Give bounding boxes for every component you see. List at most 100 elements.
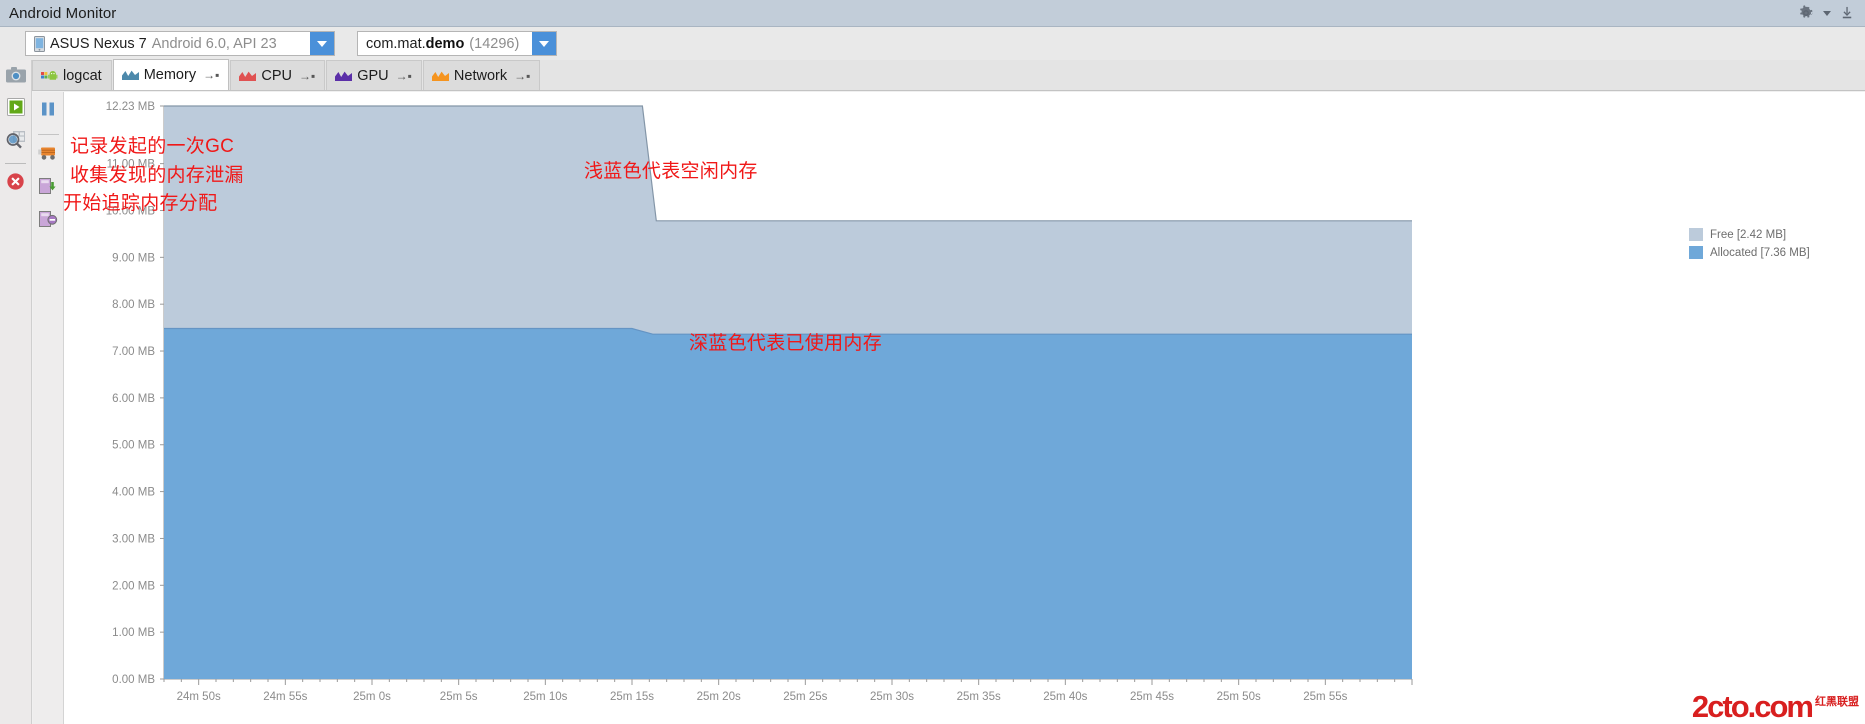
pause-resume-button[interactable] <box>36 99 61 124</box>
start-allocation-tracking-button[interactable] <box>36 209 61 234</box>
terminate-application-button[interactable] <box>3 171 29 197</box>
layout-inspector-icon <box>5 129 27 154</box>
minimize-icon[interactable] <box>1840 6 1855 21</box>
layout-inspector-button[interactable] <box>3 128 29 154</box>
svg-text:3.00 MB: 3.00 MB <box>112 533 155 545</box>
tab-network[interactable]: Network →▪ <box>422 60 541 90</box>
process-package-name: demo <box>425 35 465 52</box>
tab-network-detach-icon[interactable]: →▪ <box>514 69 530 83</box>
process-selector[interactable]: com.mat. demo (14296) <box>357 31 557 56</box>
phone-icon <box>34 35 45 52</box>
memory-area-chart[interactable]: 0.00 MB 1.00 MB 2.00 MB 3.00 MB 4.00 MB 5.00 … <box>64 92 1865 724</box>
legend-swatch-allocated <box>1689 246 1703 259</box>
tab-memory-detach-icon[interactable]: →▪ <box>203 68 219 82</box>
annotation-free-memory: 浅蓝色代表空闲内存 <box>584 161 758 182</box>
memory-chart-panel[interactable]: 0.00 MB 1.00 MB 2.00 MB 3.00 MB 4.00 MB 5.00 … <box>63 92 1865 724</box>
tab-network-label: Network <box>453 67 508 84</box>
svg-text:25m 40s: 25m 40s <box>1043 691 1087 703</box>
process-dropdown-arrow[interactable] <box>532 32 556 55</box>
tab-gpu-label: GPU <box>357 67 389 84</box>
tab-memory-label: Memory <box>143 67 197 83</box>
svg-text:25m 30s: 25m 30s <box>870 691 914 703</box>
tab-logcat[interactable]: logcat <box>32 60 112 90</box>
terminate-application-icon <box>6 172 25 196</box>
svg-text:24m 55s: 24m 55s <box>263 691 307 703</box>
tab-cpu[interactable]: CPU →▪ <box>230 60 326 90</box>
legend-item-free[interactable]: Free [2.42 MB] <box>1689 228 1810 241</box>
svg-text:25m 20s: 25m 20s <box>697 691 741 703</box>
svg-text:7.00 MB: 7.00 MB <box>112 346 155 358</box>
logcat-icon <box>41 69 58 83</box>
process-package-prefix: com.mat. <box>366 35 426 52</box>
screen-capture-button[interactable] <box>3 64 29 90</box>
tab-cpu-detach-icon[interactable]: →▪ <box>299 69 315 83</box>
tab-cpu-label: CPU <box>261 67 292 84</box>
toolbar-divider <box>5 163 26 164</box>
svg-text:25m 0s: 25m 0s <box>353 691 391 703</box>
device-detail: Android 6.0, API 23 <box>151 35 277 52</box>
tab-gpu-detach-icon[interactable]: →▪ <box>396 69 412 83</box>
svg-text:25m 10s: 25m 10s <box>523 691 567 703</box>
pause-resume-icon <box>39 100 57 123</box>
process-pid: (14296) <box>469 35 520 52</box>
monitor-tabs: logcat Memory →▪ CPU →▪ GPU →▪ Network →… <box>32 59 1865 91</box>
device-name: ASUS Nexus 7 <box>50 35 147 52</box>
svg-text:25m 45s: 25m 45s <box>1130 691 1174 703</box>
initiate-gc-button[interactable] <box>36 143 61 168</box>
svg-text:6.00 MB: 6.00 MB <box>112 393 155 405</box>
memory-chart-toolbar <box>33 92 64 724</box>
svg-text:25m 5s: 25m 5s <box>440 691 478 703</box>
svg-text:25m 35s: 25m 35s <box>957 691 1001 703</box>
svg-text:5.00 MB: 5.00 MB <box>112 440 155 452</box>
legend-label-free: Free [2.42 MB] <box>1710 228 1787 241</box>
selector-bar: ASUS Nexus 7 Android 6.0, API 23 com.mat… <box>0 27 1865 60</box>
initiate-gc-icon <box>37 144 59 167</box>
svg-text:25m 15s: 25m 15s <box>610 691 654 703</box>
chart-toolbar-divider <box>37 134 59 135</box>
device-selector[interactable]: ASUS Nexus 7 Android 6.0, API 23 <box>25 31 335 56</box>
annotation-used-memory: 深蓝色代表已使用内存 <box>689 333 883 354</box>
device-dropdown-arrow[interactable] <box>310 32 334 55</box>
window-controls <box>1798 5 1865 21</box>
svg-text:25m 50s: 25m 50s <box>1217 691 1261 703</box>
chevron-down-icon[interactable] <box>1823 10 1831 16</box>
svg-text:1.00 MB: 1.00 MB <box>112 627 155 639</box>
dump-java-heap-button[interactable] <box>36 176 61 201</box>
left-toolbar <box>0 60 32 724</box>
svg-text:8.00 MB: 8.00 MB <box>112 299 155 311</box>
legend-item-allocated[interactable]: Allocated [7.36 MB] <box>1689 246 1810 259</box>
svg-text:25m 25s: 25m 25s <box>783 691 827 703</box>
network-icon <box>431 69 449 83</box>
annotation-initiate-gc: 记录发起的一次GC <box>70 136 235 157</box>
memory-icon <box>121 68 139 82</box>
legend-label-allocated: Allocated [7.36 MB] <box>1710 246 1810 259</box>
svg-text:9.00 MB: 9.00 MB <box>112 252 155 264</box>
watermark: 2cto.com 红黑联盟 <box>1692 691 1859 722</box>
gpu-icon <box>335 69 353 83</box>
start-allocation-tracking-icon <box>38 210 58 233</box>
legend-swatch-free <box>1689 228 1703 241</box>
svg-text:0.00 MB: 0.00 MB <box>112 674 155 686</box>
svg-text:12.23 MB: 12.23 MB <box>106 101 156 113</box>
tab-memory[interactable]: Memory →▪ <box>112 59 230 90</box>
window-title-bar: Android Monitor <box>0 0 1865 27</box>
gear-icon[interactable] <box>1798 5 1814 21</box>
screen-record-button[interactable] <box>3 96 29 122</box>
tab-logcat-label: logcat <box>63 67 102 84</box>
svg-text:25m 55s: 25m 55s <box>1303 691 1347 703</box>
annotation-memory-leak: 收集发现的内存泄漏 <box>70 165 244 186</box>
chart-legend: Free [2.42 MB] Allocated [7.36 MB] <box>1689 228 1810 259</box>
tab-gpu[interactable]: GPU →▪ <box>326 60 422 90</box>
watermark-main: 2cto.com <box>1691 689 1814 724</box>
page-title: Android Monitor <box>9 4 117 22</box>
android-monitor-window: Android Monitor ASUS Nexus 7 Android 6.0… <box>0 0 1865 724</box>
svg-text:4.00 MB: 4.00 MB <box>112 487 155 499</box>
screen-capture-icon <box>5 65 27 90</box>
cpu-icon <box>239 69 257 83</box>
svg-text:24m 50s: 24m 50s <box>177 691 221 703</box>
svg-text:2.00 MB: 2.00 MB <box>112 580 155 592</box>
dump-java-heap-icon <box>38 177 58 200</box>
annotation-allocation-tracking: 开始追踪内存分配 <box>63 193 218 214</box>
screen-record-icon <box>5 97 27 122</box>
watermark-sub: 红黑联盟 <box>1815 696 1859 708</box>
